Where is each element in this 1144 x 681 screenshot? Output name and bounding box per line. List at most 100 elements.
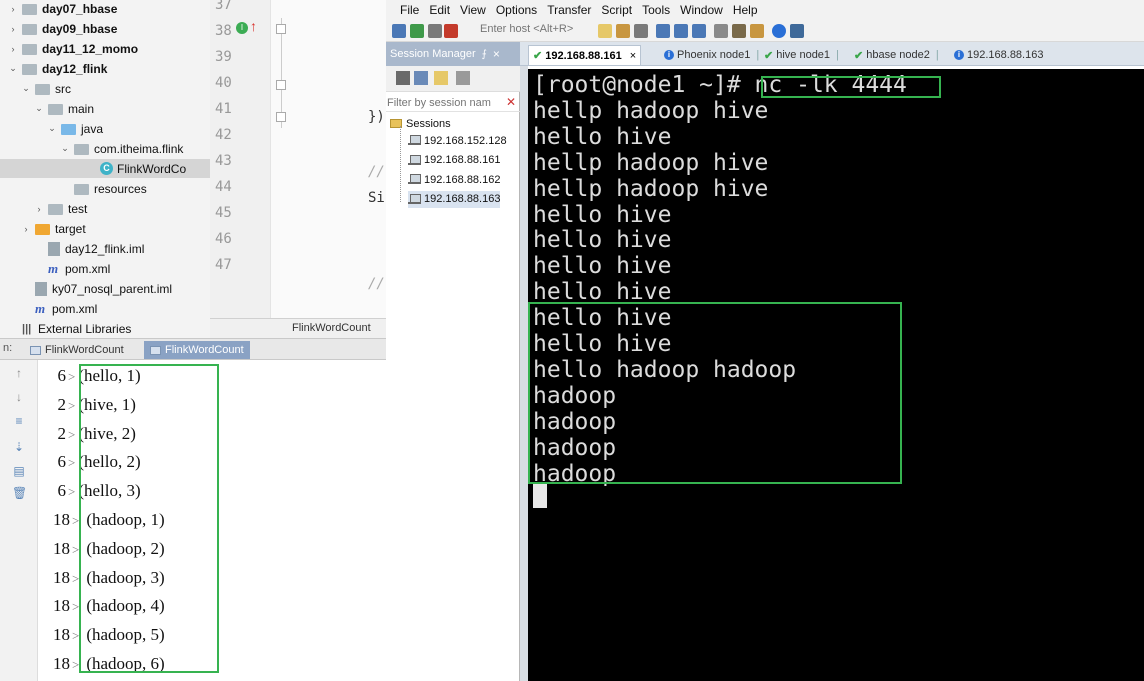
copy-icon[interactable]: [598, 24, 612, 38]
chevron-down-icon[interactable]: ⌄: [8, 63, 18, 74]
menu-item-script[interactable]: Script: [601, 3, 632, 17]
cut-icon[interactable]: [456, 71, 470, 85]
chevron-right-icon[interactable]: ›: [34, 204, 44, 214]
chevron-right-icon[interactable]: ›: [8, 4, 18, 14]
enter-host-input[interactable]: [480, 23, 590, 35]
menu-item-transfer[interactable]: Transfer: [547, 3, 591, 17]
scroll-down-icon[interactable]: ↓: [12, 390, 26, 404]
trash-icon[interactable]: 🗑: [12, 486, 27, 500]
session-item[interactable]: 192.168.88.162: [408, 171, 500, 188]
menu-item-tools[interactable]: Tools: [642, 3, 670, 17]
print-icon[interactable]: [656, 24, 670, 38]
highlight-box-output: [528, 302, 902, 484]
help-icon[interactable]: [772, 24, 786, 38]
code-editor[interactable]: [270, 0, 386, 322]
folder-icon: [48, 204, 63, 215]
tree-item[interactable]: resources: [0, 179, 210, 198]
line-number: 39: [215, 49, 232, 65]
find-icon[interactable]: [634, 24, 648, 38]
tree-item[interactable]: ||| External Libraries: [0, 319, 210, 338]
chevron-right-icon[interactable]: ›: [8, 44, 18, 54]
tree-item-label: day11_12_momo: [42, 41, 139, 56]
chevron-down-icon[interactable]: ⌄: [47, 123, 57, 134]
disconnect-icon[interactable]: [444, 24, 458, 38]
close-tab-icon[interactable]: ×: [630, 50, 636, 62]
run-tab-2[interactable]: FlinkWordCount: [144, 341, 250, 359]
session-tab[interactable]: i 192.168.88.163: [950, 45, 1047, 65]
tree-item[interactable]: C FlinkWordCo: [0, 159, 210, 178]
editor-breadcrumb[interactable]: FlinkWordCount: [292, 322, 371, 334]
terminal-line: hello hive: [533, 123, 672, 150]
tree-item[interactable]: › target: [0, 219, 210, 238]
session-tab[interactable]: ✔ hive node1 |: [760, 45, 843, 65]
tree-item[interactable]: › day09_hbase: [0, 19, 210, 38]
session-tab[interactable]: ✔ 192.168.88.161 ×: [528, 45, 642, 65]
tree-item[interactable]: ⌄ src: [0, 79, 210, 98]
key-icon[interactable]: [750, 24, 764, 38]
close-icon[interactable]: ×: [493, 47, 500, 61]
terminal-line: hello hive: [533, 253, 672, 280]
tree-item-label: day12_flink.iml: [65, 241, 145, 256]
settings-icon[interactable]: [714, 24, 728, 38]
subtask-index: 18: [53, 625, 70, 645]
screen-print-icon[interactable]: [692, 24, 706, 38]
scroll-to-end-icon[interactable]: ⇣: [12, 440, 26, 454]
chevron-down-icon[interactable]: ⌄: [21, 83, 31, 94]
chevron-right-icon[interactable]: ›: [21, 224, 31, 234]
session-tab[interactable]: i Phoenix node1 |: [660, 45, 763, 65]
tree-item-label: java: [81, 121, 104, 136]
menu-item-window[interactable]: Window: [680, 3, 723, 17]
tree-item[interactable]: › test: [0, 199, 210, 218]
tree-item-label: pom.xml: [52, 301, 98, 316]
sftp-icon[interactable]: [790, 24, 804, 38]
crt-session-tabs: ✔ 192.168.88.161 × i Phoenix node1 | ✔ hive nod…: [520, 42, 1144, 66]
quick-connect-icon[interactable]: [410, 24, 424, 38]
session-item[interactable]: 192.168.88.161: [408, 152, 500, 169]
new-session-icon[interactable]: [414, 71, 428, 85]
session-label: 192.168.152.128: [424, 134, 507, 147]
connect-icon[interactable]: [392, 24, 406, 38]
print-icon[interactable]: ▤: [12, 464, 26, 478]
tree-item[interactable]: › day11_12_momo: [0, 39, 210, 58]
paste-icon[interactable]: [616, 24, 630, 38]
global-options-icon[interactable]: [732, 24, 746, 38]
print-selection-icon[interactable]: [674, 24, 688, 38]
implements-icon[interactable]: I: [236, 22, 248, 34]
tree-item[interactable]: m pom.xml: [0, 299, 210, 318]
override-arrow-icon[interactable]: ↑: [250, 18, 257, 34]
run-config-icon: [30, 345, 41, 355]
session-filter-input[interactable]: [387, 95, 505, 111]
info-icon: i: [954, 50, 964, 60]
chevron-down-icon[interactable]: ⌄: [34, 103, 44, 114]
menu-item-edit[interactable]: Edit: [429, 3, 450, 17]
clear-filter-icon[interactable]: ✕: [506, 95, 516, 109]
fold-marker[interactable]: [276, 112, 286, 122]
session-item[interactable]: 192.168.152.128: [408, 132, 507, 149]
tree-item[interactable]: ⌄ java: [0, 119, 210, 138]
tree-item[interactable]: ⌄ com.itheima.flink: [0, 139, 210, 158]
tree-item[interactable]: ⌄ day12_flink: [0, 59, 210, 78]
menu-item-options[interactable]: Options: [496, 3, 537, 17]
reconnect-icon[interactable]: [428, 24, 442, 38]
menu-item-view[interactable]: View: [460, 3, 486, 17]
run-tab-1[interactable]: FlinkWordCount: [24, 341, 130, 359]
pin-icon[interactable]: ⨍: [482, 49, 487, 60]
session-tab[interactable]: ✔ hbase node2 |: [850, 45, 943, 65]
line-number: 43: [215, 153, 232, 169]
tree-item[interactable]: ky07_nosql_parent.iml: [0, 279, 210, 298]
session-item[interactable]: 192.168.88.163: [408, 190, 501, 208]
tree-item[interactable]: m pom.xml: [0, 259, 210, 278]
soft-wrap-icon[interactable]: ≡: [12, 414, 26, 428]
new-folder-icon[interactable]: [434, 71, 448, 85]
scroll-up-icon[interactable]: ↑: [12, 366, 26, 380]
fold-marker[interactable]: [276, 80, 286, 90]
chevron-down-icon[interactable]: ⌄: [60, 143, 70, 154]
menu-item-file[interactable]: File: [400, 3, 419, 17]
menu-item-help[interactable]: Help: [733, 3, 758, 17]
chevron-right-icon[interactable]: ›: [8, 24, 18, 34]
tree-item[interactable]: › day07_hbase: [0, 0, 210, 18]
connect-session-icon[interactable]: [396, 71, 410, 85]
tree-item[interactable]: day12_flink.iml: [0, 239, 210, 258]
tree-item[interactable]: ⌄ main: [0, 99, 210, 118]
fold-marker[interactable]: [276, 24, 286, 34]
